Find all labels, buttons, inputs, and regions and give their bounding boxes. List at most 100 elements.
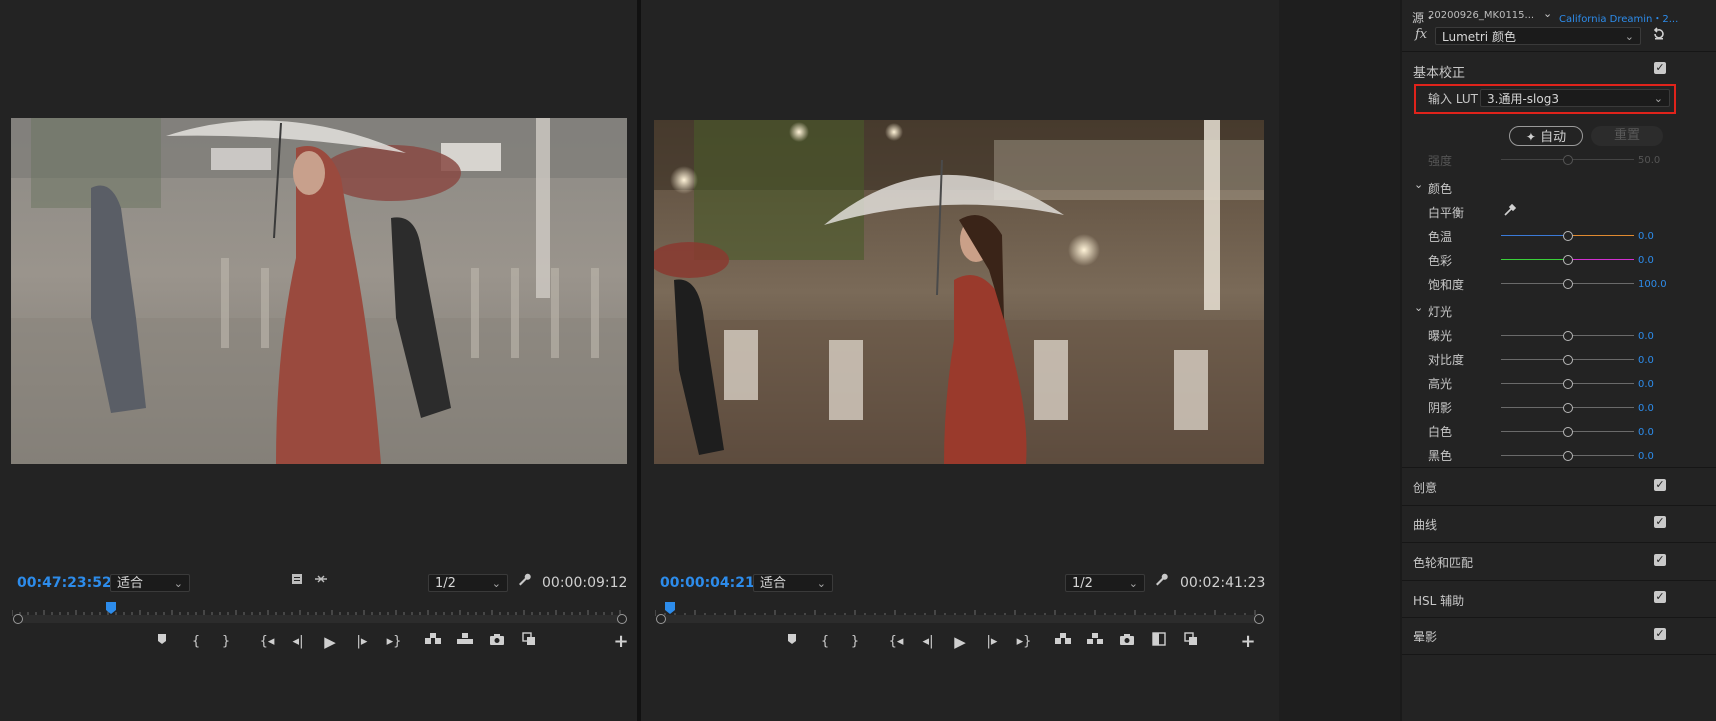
tint-value[interactable]: 0.0: [1638, 255, 1654, 266]
chevron-down-icon[interactable]: ⌄: [1414, 178, 1423, 191]
source-wrench-icon[interactable]: [514, 572, 534, 592]
mark-out-icon[interactable]: }: [216, 632, 236, 652]
program-resolution-select[interactable]: 1/2 ⌄: [1065, 574, 1145, 592]
extract-icon[interactable]: [1085, 632, 1105, 652]
reset-button[interactable]: 重置: [1591, 126, 1663, 146]
tint-label: 色彩: [1428, 254, 1453, 268]
source-fit-value: 适合: [117, 576, 144, 591]
input-lut-select[interactable]: 3.通用-slog3 ⌄: [1480, 89, 1670, 107]
section-color-wheels-checkbox[interactable]: ✓: [1654, 554, 1666, 566]
section-hsl-secondary-checkbox[interactable]: ✓: [1654, 591, 1666, 603]
camera-icon[interactable]: [1117, 632, 1137, 652]
program-zoom-scrollbar[interactable]: [656, 614, 1264, 624]
section-hsl-secondary[interactable]: HSL 辅助: [1413, 592, 1464, 609]
temperature-value[interactable]: 0.0: [1638, 231, 1654, 242]
auto-button[interactable]: ✦ 自动: [1509, 126, 1583, 146]
color-group-title[interactable]: 颜色: [1428, 180, 1452, 197]
saturation-slider-handle[interactable]: [1563, 279, 1573, 289]
source-video-frame[interactable]: [11, 118, 627, 464]
step-forward-icon[interactable]: |▸: [352, 632, 372, 652]
exposure-value[interactable]: 0.0: [1638, 331, 1654, 342]
saturation-value[interactable]: 100.0: [1638, 279, 1667, 290]
scroll-handle-right[interactable]: [617, 614, 627, 624]
source-fit-select[interactable]: 适合 ⌄: [110, 574, 190, 592]
marker-icon[interactable]: [782, 632, 802, 652]
shadows-slider-handle[interactable]: [1563, 403, 1573, 413]
marker-icon[interactable]: [152, 632, 172, 652]
go-to-in-icon[interactable]: {◂: [257, 632, 277, 652]
intensity-value[interactable]: 50.0: [1638, 155, 1660, 166]
chevron-down-icon: ⌄: [816, 577, 826, 590]
export-frame-icon[interactable]: [519, 632, 539, 652]
highlights-value[interactable]: 0.0: [1638, 379, 1654, 390]
source-resolution-select[interactable]: 1/2 ⌄: [428, 574, 508, 592]
shadows-value[interactable]: 0.0: [1638, 403, 1654, 414]
intensity-slider-handle[interactable]: [1563, 155, 1573, 165]
source-zoom-scrollbar[interactable]: [13, 614, 627, 624]
insert-icon[interactable]: [423, 632, 443, 652]
mark-in-icon[interactable]: {: [186, 632, 206, 652]
play-icon[interactable]: ▶: [320, 632, 340, 652]
source-settings-icon[interactable]: [287, 572, 307, 592]
source-time-ruler[interactable]: [12, 602, 628, 616]
section-color-wheels[interactable]: 色轮和匹配: [1413, 554, 1473, 571]
highlights-slider-handle[interactable]: [1563, 379, 1573, 389]
highlights-label: 高光: [1428, 377, 1453, 391]
blacks-slider-handle[interactable]: [1563, 451, 1573, 461]
tint-slider-track-magenta[interactable]: [1568, 259, 1634, 260]
program-time-ruler[interactable]: [655, 602, 1265, 616]
section-curves-checkbox[interactable]: ✓: [1654, 516, 1666, 528]
whites-value[interactable]: 0.0: [1638, 427, 1654, 438]
step-back-icon[interactable]: ◂|: [918, 632, 938, 652]
mark-out-icon[interactable]: }: [845, 632, 865, 652]
overwrite-icon[interactable]: [455, 632, 475, 652]
go-to-out-icon[interactable]: ▸}: [1014, 632, 1034, 652]
step-forward-icon[interactable]: |▸: [982, 632, 1002, 652]
play-icon[interactable]: ▶: [950, 632, 970, 652]
eyedropper-icon[interactable]: [1503, 203, 1517, 221]
exposure-slider-handle[interactable]: [1563, 331, 1573, 341]
add-button-icon[interactable]: +: [611, 632, 631, 652]
basic-correction-title[interactable]: 基本校正: [1413, 62, 1465, 81]
comparison-view-icon[interactable]: [1149, 632, 1169, 652]
chevron-down-icon[interactable]: ⌄: [1414, 301, 1423, 314]
step-back-icon[interactable]: ◂|: [288, 632, 308, 652]
scroll-handle-left[interactable]: [13, 614, 23, 624]
tint-slider-handle[interactable]: [1563, 255, 1573, 265]
section-creative-checkbox[interactable]: ✓: [1654, 479, 1666, 491]
light-group-title[interactable]: 灯光: [1428, 303, 1452, 320]
camera-icon[interactable]: [487, 632, 507, 652]
reset-effect-icon[interactable]: [1652, 27, 1666, 45]
lift-icon[interactable]: [1053, 632, 1073, 652]
program-video-frame[interactable]: [654, 120, 1264, 464]
section-vignette[interactable]: 晕影: [1413, 628, 1437, 645]
scroll-handle-left[interactable]: [656, 614, 666, 624]
section-creative[interactable]: 创意: [1413, 479, 1437, 496]
chevron-down-icon[interactable]: ⌄: [1543, 7, 1552, 20]
sequence-clip-name[interactable]: California Dreamin・2...: [1559, 10, 1678, 25]
mark-in-icon[interactable]: {: [815, 632, 835, 652]
program-current-timecode[interactable]: 00:00:04:21: [660, 575, 755, 591]
section-vignette-checkbox[interactable]: ✓: [1654, 628, 1666, 640]
source-current-timecode[interactable]: 00:47:23:52: [17, 575, 112, 591]
go-to-in-icon[interactable]: {◂: [886, 632, 906, 652]
source-clip-name[interactable]: 20200926_MK0115...: [1428, 10, 1534, 21]
temperature-slider-handle[interactable]: [1563, 231, 1573, 241]
section-curves[interactable]: 曲线: [1413, 516, 1437, 533]
blacks-value[interactable]: 0.0: [1638, 451, 1654, 462]
whites-slider-handle[interactable]: [1563, 427, 1573, 437]
program-wrench-icon[interactable]: [1151, 572, 1171, 592]
contrast-value[interactable]: 0.0: [1638, 355, 1654, 366]
export-frame-icon[interactable]: [1181, 632, 1201, 652]
scroll-handle-right[interactable]: [1254, 614, 1264, 624]
add-button-icon[interactable]: +: [1238, 632, 1258, 652]
tint-slider-track[interactable]: [1501, 259, 1568, 260]
basic-correction-enable-checkbox[interactable]: ✓: [1654, 62, 1666, 74]
source-insert-icon[interactable]: [311, 572, 331, 592]
temperature-slider-track-warm[interactable]: [1568, 235, 1634, 236]
contrast-slider-handle[interactable]: [1563, 355, 1573, 365]
effect-select[interactable]: Lumetri 颜色 ⌄: [1435, 27, 1641, 45]
program-fit-select[interactable]: 适合 ⌄: [753, 574, 833, 592]
temperature-slider-track[interactable]: [1501, 235, 1568, 236]
go-to-out-icon[interactable]: ▸}: [384, 632, 404, 652]
